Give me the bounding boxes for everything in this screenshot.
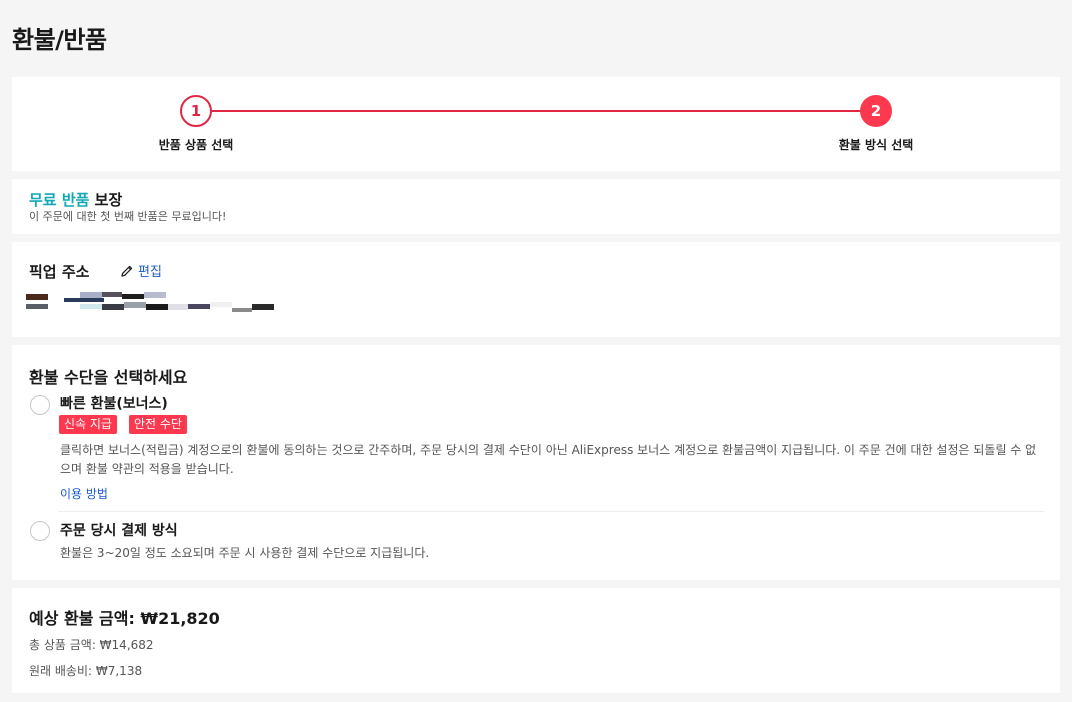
fast-payout-badge: 신속 지급 [59, 415, 117, 434]
how-to-use-link[interactable]: 이용 방법 [60, 485, 108, 502]
quick-refund-tags: 신속 지급 안전 수단 [59, 415, 187, 434]
refund-method-title: 환불 수단을 선택하세요 [29, 368, 188, 387]
estimated-refund-total: 예상 환불 금액: ₩21,820 [29, 609, 220, 628]
step-1-label: 반품 상품 선택 [158, 138, 234, 152]
free-return-subtitle: 이 주문에 대한 첫 번째 반품은 무료입니다! [29, 210, 227, 223]
free-return-title: 무료 반품 보장 [29, 189, 122, 210]
original-payment-radio[interactable] [30, 521, 50, 541]
original-payment-description: 환불은 3~20일 정도 소요되며 주문 시 사용한 결제 수단으로 지급됩니다… [60, 546, 430, 560]
step-1-indicator: 1 [180, 95, 212, 127]
shipping-fee-amount: 원래 배송비: ₩7,138 [29, 664, 143, 678]
pickup-address-card: 픽업 주소 편집 [12, 242, 1060, 337]
refund-return-page: 환불/반품 1 2 반품 상품 선택 환불 방식 선택 무료 반품 보장 이 주… [0, 0, 1072, 702]
original-payment-title[interactable]: 주문 당시 결제 방식 [60, 520, 178, 540]
step-2-indicator: 2 [860, 95, 892, 127]
free-return-banner: 무료 반품 보장 이 주문에 대한 첫 번째 반품은 무료입니다! [12, 179, 1060, 234]
free-return-title-rest: 보장 [94, 191, 123, 209]
option-divider [58, 511, 1044, 512]
quick-refund-description: 클릭하면 보너스(적립금) 계정으로의 환불에 동의하는 것으로 간주하며, 주… [60, 443, 1037, 476]
step-progress-line [208, 110, 888, 112]
quick-refund-title[interactable]: 빠른 환불(보너스) [60, 393, 168, 413]
quick-refund-radio[interactable] [30, 395, 50, 415]
safe-method-badge: 안전 수단 [128, 415, 187, 434]
free-return-accent: 무료 반품 [29, 191, 90, 209]
progress-stepper: 1 2 반품 상품 선택 환불 방식 선택 [12, 77, 1060, 171]
redacted-address [24, 292, 274, 314]
refund-method-card: 환불 수단을 선택하세요 빠른 환불(보너스) 신속 지급 안전 수단 클릭하면… [12, 345, 1060, 580]
pencil-icon [121, 265, 133, 277]
refund-summary-card: 예상 환불 금액: ₩21,820 총 상품 금액: ₩14,682 원래 배송… [12, 588, 1060, 693]
edit-address-button[interactable]: 편집 [120, 261, 162, 280]
edit-address-label: 편집 [138, 265, 162, 280]
page-title: 환불/반품 [12, 26, 107, 54]
step-2-label: 환불 방식 선택 [838, 138, 914, 152]
pickup-address-title: 픽업 주소 [29, 263, 90, 281]
items-total-amount: 총 상품 금액: ₩14,682 [29, 638, 154, 652]
